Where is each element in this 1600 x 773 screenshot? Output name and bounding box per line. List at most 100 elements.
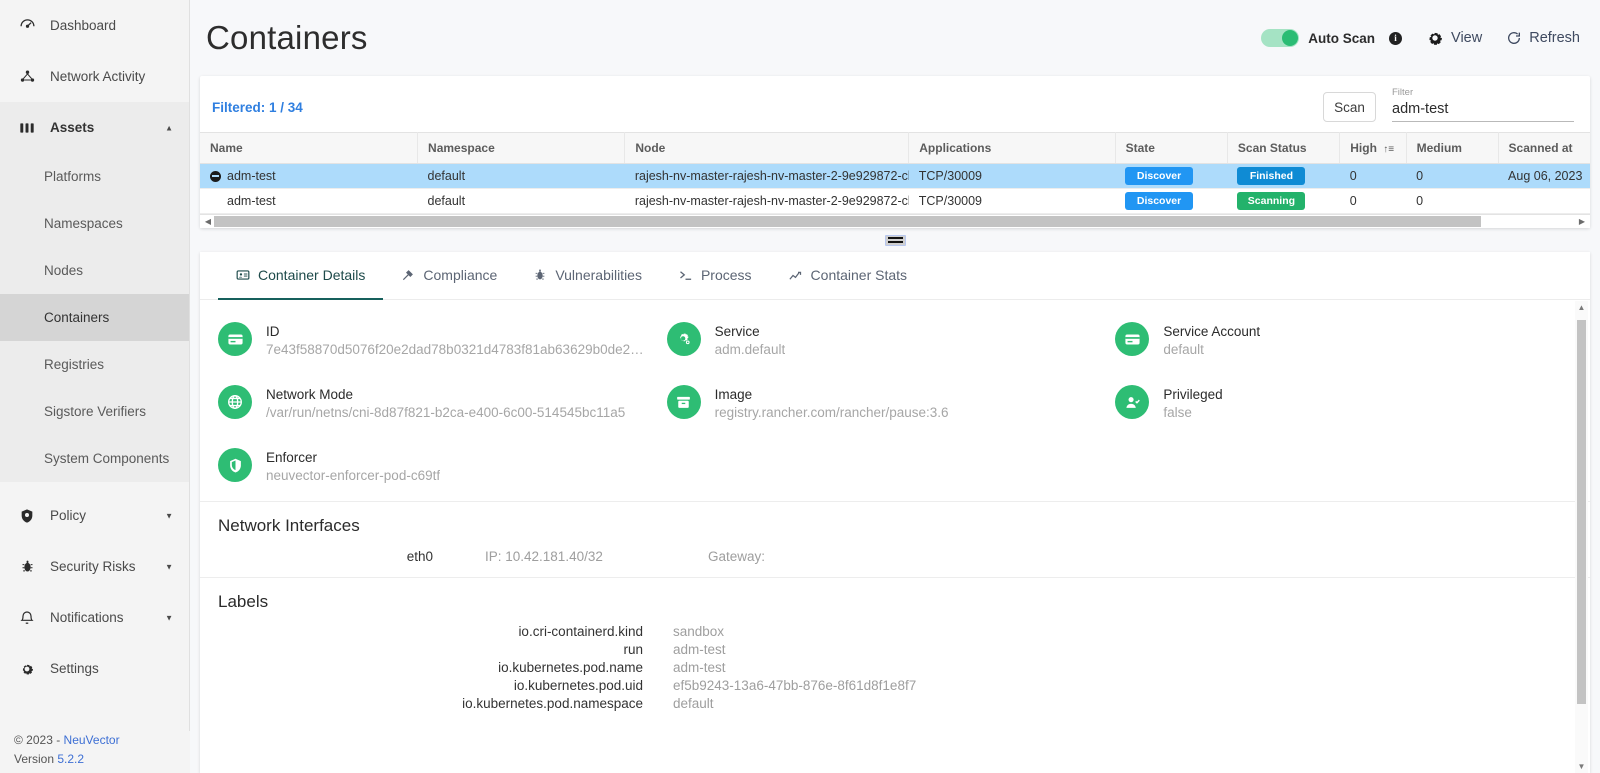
sidebar-item-security-risks[interactable]: Security Risks ▼ [0, 541, 189, 592]
sidebar-item-nodes[interactable]: Nodes [0, 247, 189, 294]
info-key: Enforcer [266, 450, 318, 465]
sidebar-item-dashboard[interactable]: Dashboard [0, 0, 189, 51]
interface-name: eth0 [406, 549, 433, 564]
column-header-namespace[interactable]: Namespace [417, 132, 626, 164]
panel-resize-area [190, 228, 1600, 252]
vscroll-track[interactable] [1577, 314, 1586, 760]
tab-process[interactable]: Process [660, 252, 770, 300]
filtered-count: Filtered: 1 / 34 [212, 99, 303, 115]
panel-resize-handle[interactable] [884, 234, 906, 246]
hscroll-track[interactable] [214, 216, 1576, 227]
sidebar-footer: © 2023 - NeuVector Version 5.2.2 [0, 731, 190, 773]
globe-icon [218, 385, 252, 419]
sidebar-group-label: Assets [50, 120, 95, 135]
refresh-button[interactable]: Refresh [1506, 30, 1580, 46]
sidebar-top-group: Dashboard Network Activity [0, 0, 189, 102]
column-header-state[interactable]: State [1115, 132, 1228, 164]
sort-icon[interactable]: ↑≡ [1383, 144, 1394, 155]
archive-icon [666, 385, 701, 419]
labels-section: Labels io.cri-containerd.kind sandbox ru… [200, 578, 1590, 722]
column-header-applications[interactable]: Applications [908, 132, 1116, 164]
sidebar-item-containers[interactable]: Containers [0, 294, 189, 341]
tab-container-details[interactable]: Container Details [218, 252, 384, 300]
column-header-high[interactable]: High ↑≡ [1339, 132, 1407, 164]
sidebar-item-system-components[interactable]: System Components [0, 435, 189, 482]
sidebar-item-notifications[interactable]: Notifications ▼ [0, 592, 189, 643]
view-button-label: View [1451, 30, 1483, 46]
footer-version-label: Version [14, 752, 55, 766]
column-header-scan-status[interactable]: Scan Status [1227, 132, 1341, 164]
sidebar-item-platforms[interactable]: Platforms [0, 153, 189, 200]
info-key: Network Mode [266, 387, 354, 402]
sidebar-item-namespaces[interactable]: Namespaces [0, 200, 189, 247]
view-button[interactable]: View [1426, 29, 1482, 47]
collapse-icon[interactable] [210, 170, 221, 182]
footer-brand-link[interactable]: NeuVector [64, 733, 120, 747]
sidebar-item-label: Platforms [44, 169, 102, 184]
scroll-up-icon[interactable]: ▲ [1578, 301, 1586, 314]
scroll-down-icon[interactable]: ▼ [1578, 760, 1586, 773]
sidebar-group-assets[interactable]: Assets ▲ [0, 102, 189, 153]
sidebar-item-registries[interactable]: Registries [0, 341, 189, 388]
info-value: adm.default [714, 342, 786, 357]
column-header-name[interactable]: Name [200, 132, 419, 164]
info-key: Service Account [1163, 324, 1261, 339]
tab-compliance[interactable]: Compliance [383, 252, 515, 300]
column-header-scanned-at[interactable]: Scanned at [1498, 132, 1590, 164]
refresh-icon [1506, 30, 1522, 46]
table-horizontal-scrollbar[interactable]: ◀ ▶ [200, 214, 1590, 228]
shield-icon [14, 508, 40, 524]
label-row: io.kubernetes.pod.name adm-test [218, 658, 1572, 676]
network-icon [14, 68, 40, 85]
sidebar-item-network-activity[interactable]: Network Activity [0, 51, 189, 102]
tab-label: Container Stats [810, 267, 908, 283]
sidebar-item-sigstore-verifiers[interactable]: Sigstore Verifiers [0, 388, 189, 435]
auto-scan-toggle[interactable] [1261, 29, 1300, 47]
filter-input[interactable] [1392, 101, 1574, 122]
section-title: Network Interfaces [218, 516, 360, 535]
vscroll-thumb[interactable] [1577, 320, 1586, 704]
table-row[interactable]: adm-test default rajesh-nv-master-rajesh… [200, 163, 1590, 189]
compliance-icon [401, 268, 415, 282]
table-row[interactable]: adm-test default rajesh-nv-master-rajesh… [200, 188, 1590, 214]
column-header-node[interactable]: Node [624, 132, 910, 164]
info-key: Image [714, 387, 753, 402]
scan-button[interactable]: Scan [1323, 92, 1376, 122]
auto-scan-control[interactable]: Auto Scan i [1261, 29, 1403, 47]
container-info-grid: ID 7e43f58870d5076f20e2dad78b0321d4783f8… [200, 300, 1590, 502]
cell-scan-status: Finished [1227, 163, 1340, 189]
cell-applications: TCP/30009 [908, 163, 1116, 189]
tab-container-stats[interactable]: Container Stats [770, 252, 926, 300]
cell-name: adm-test [200, 188, 418, 214]
detail-vertical-scrollbar[interactable]: ▲ ▼ [1575, 301, 1588, 773]
bell-icon [14, 610, 40, 626]
sidebar-item-settings[interactable]: Settings [0, 643, 189, 694]
table-toolbar: Filtered: 1 / 34 Scan Filter [200, 76, 1590, 132]
cell-state: Discover [1115, 163, 1228, 189]
cell-name: adm-test [200, 163, 418, 189]
info-item-privileged: Privileged false [1115, 379, 1564, 428]
sidebar-item-label: Security Risks [50, 559, 136, 574]
sidebar-item-label: Sigstore Verifiers [44, 404, 147, 419]
info-icon[interactable]: i [1389, 31, 1403, 45]
info-value: registry.rancher.com/rancher/pause:3.6 [714, 405, 949, 420]
containers-table: Name Namespace Node Applications State S… [200, 132, 1590, 214]
chevron-down-icon: ▼ [165, 613, 173, 622]
column-header-medium[interactable]: Medium [1406, 132, 1499, 164]
hscroll-thumb[interactable] [214, 216, 1481, 227]
tab-vulnerabilities[interactable]: Vulnerabilities [515, 252, 660, 300]
scroll-right-icon[interactable]: ▶ [1576, 217, 1588, 226]
user-check-icon [1115, 385, 1150, 419]
info-item-network-mode: Network Mode /var/run/netns/cni-8d87f821… [218, 379, 667, 428]
sidebar-item-label: Dashboard [50, 18, 117, 33]
sidebar-item-label: Notifications [50, 610, 124, 625]
footer-copyright-line: © 2023 - NeuVector [14, 731, 190, 750]
label-row: io.cri-containerd.kind sandbox [218, 622, 1572, 640]
gear-icon [1426, 29, 1444, 47]
table-header-row: Name Namespace Node Applications State S… [200, 132, 1590, 164]
sidebar-item-label: Namespaces [44, 216, 123, 231]
sidebar-item-policy[interactable]: Policy ▼ [0, 490, 189, 541]
cell-namespace: default [417, 163, 625, 189]
scroll-left-icon[interactable]: ◀ [202, 217, 214, 226]
sidebar-item-label: System Components [44, 451, 170, 466]
